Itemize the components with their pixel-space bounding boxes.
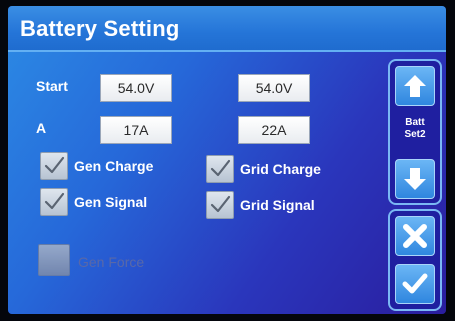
close-icon xyxy=(403,224,427,248)
grid-signal-option[interactable]: Grid Signal xyxy=(206,191,376,221)
gen-signal-option[interactable]: Gen Signal xyxy=(40,188,200,218)
settings-panel: Start A 54.0V 54.0V 17A 22A Gen Charge G… xyxy=(8,52,446,314)
cancel-button[interactable] xyxy=(395,216,435,256)
grid-charge-label: Grid Charge xyxy=(240,161,321,177)
page-up-button[interactable] xyxy=(395,66,435,106)
gen-signal-checkbox[interactable] xyxy=(40,188,68,216)
page-nav-panel: Batt Set2 xyxy=(388,59,442,205)
page-label: Batt Set2 xyxy=(390,117,440,141)
grid-signal-label: Grid Signal xyxy=(240,197,315,213)
grid-charge-checkbox[interactable] xyxy=(206,155,234,183)
page-label-line2: Set2 xyxy=(404,129,426,140)
confirm-button[interactable] xyxy=(395,264,435,304)
page-label-line1: Batt xyxy=(405,117,425,128)
gen-force-checkbox xyxy=(38,244,70,276)
battery-setting-screen: Battery Setting Start A 54.0V 54.0V 17A … xyxy=(8,6,446,314)
checkmark-icon xyxy=(44,192,65,210)
checkmark-icon xyxy=(402,273,428,294)
checkmark-icon xyxy=(210,195,231,213)
title-bar: Battery Setting xyxy=(8,6,446,52)
grid-signal-checkbox[interactable] xyxy=(206,191,234,219)
grid-start-voltage-field[interactable]: 54.0V xyxy=(238,74,310,102)
gen-force-option: Gen Force xyxy=(38,244,198,276)
gen-signal-label: Gen Signal xyxy=(74,194,148,210)
grid-charge-current-field[interactable]: 22A xyxy=(238,116,310,144)
page-down-button[interactable] xyxy=(395,159,435,199)
checkmark-icon xyxy=(210,159,231,177)
start-label: Start xyxy=(36,78,68,94)
arrow-up-icon xyxy=(404,75,426,97)
current-label: A xyxy=(36,120,47,136)
action-panel xyxy=(388,209,442,311)
gen-charge-current-field[interactable]: 17A xyxy=(100,116,172,144)
gen-charge-checkbox[interactable] xyxy=(40,152,68,180)
arrow-down-icon xyxy=(404,168,426,190)
grid-charge-option[interactable]: Grid Charge xyxy=(206,155,376,185)
checkmark-icon xyxy=(44,156,65,174)
gen-charge-label: Gen Charge xyxy=(74,158,154,174)
sidebar-controls: Batt Set2 xyxy=(388,59,442,311)
gen-start-voltage-field[interactable]: 54.0V xyxy=(100,74,172,102)
gen-charge-option[interactable]: Gen Charge xyxy=(40,152,200,182)
page-title: Battery Setting xyxy=(20,16,180,41)
gen-force-label: Gen Force xyxy=(78,254,145,270)
